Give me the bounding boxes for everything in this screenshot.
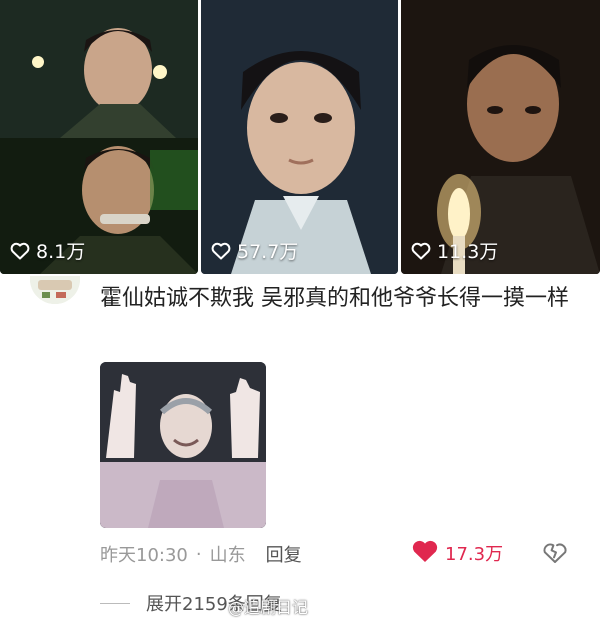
- like-count-badge: 57.7万: [211, 237, 298, 264]
- watermark: @追剧日记: [228, 598, 309, 617]
- like-count-text: 11.3万: [437, 241, 499, 263]
- heart-outline-icon: [10, 242, 30, 260]
- like-count-badge: 8.1万: [10, 237, 85, 264]
- comment-like-button[interactable]: 17.3万: [411, 540, 503, 566]
- video-thumbnail-3[interactable]: 11.3万: [401, 0, 600, 274]
- avatar-image: [30, 276, 80, 304]
- reply-button[interactable]: 回复: [266, 541, 302, 567]
- comment-like-count: 17.3万: [445, 544, 504, 565]
- video-thumbnail-row: 8.1万 57.7万 11.3万: [0, 0, 600, 274]
- heart-outline-icon: [211, 242, 231, 260]
- video-thumbnail-1[interactable]: 8.1万: [0, 0, 198, 274]
- heart-filled-icon: [411, 539, 439, 568]
- heart-outline-icon: [411, 242, 431, 260]
- like-count-text: 8.1万: [36, 241, 86, 263]
- comment-item: 霍仙姑诚不欺我 吴邪真的和他爷爷长得一摸一样 昨天10:30 · 山东 回复 1…: [0, 274, 600, 618]
- comment-meta: 昨天10:30 · 山东 回复: [100, 541, 302, 567]
- thumbnail-image-2: [201, 0, 398, 274]
- comment-location: 山东: [209, 545, 246, 566]
- broken-heart-icon: [541, 543, 569, 568]
- expand-divider: [100, 602, 130, 604]
- thumbnail-image-3: [401, 0, 600, 274]
- comment-image[interactable]: [100, 362, 266, 528]
- thumbnail-image-1: [0, 0, 198, 274]
- like-count-text: 57.7万: [237, 241, 299, 263]
- comment-image-content: [100, 362, 266, 528]
- comment-time: 昨天10:30: [100, 545, 188, 566]
- comment-text: 霍仙姑诚不欺我 吴邪真的和他爷爷长得一摸一样: [100, 286, 569, 311]
- video-thumbnail-2[interactable]: 57.7万: [201, 0, 398, 274]
- avatar[interactable]: [30, 276, 80, 304]
- meta-separator: ·: [195, 543, 202, 565]
- dislike-button[interactable]: [541, 540, 569, 568]
- like-count-badge: 11.3万: [411, 237, 498, 264]
